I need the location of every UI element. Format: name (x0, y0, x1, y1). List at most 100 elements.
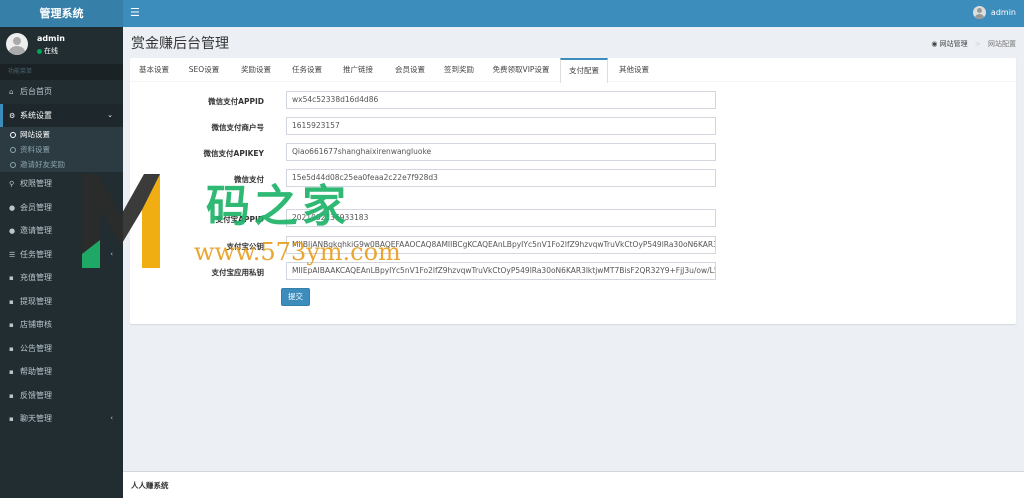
sidebar-item-invites[interactable]: ● 邀请管理 (0, 219, 123, 243)
tab-free-vip[interactable]: 免费领取VIP设置 (487, 58, 555, 82)
status-text: 在线 (44, 47, 58, 55)
alipay-appid-input[interactable]: 2021002136933183 (286, 209, 716, 227)
tasks-icon: ☰ (9, 250, 16, 259)
alipay-public-key-label: 支付宝公钥 (226, 242, 265, 251)
top-navbar: 管理系统 ☰ admin (0, 0, 1024, 27)
avatar (972, 6, 986, 19)
bullhorn-icon: ▪ (9, 344, 14, 353)
help-icon: ▪ (9, 368, 14, 376)
users-icon: ● (9, 227, 16, 235)
sidebar-toggle-icon[interactable]: ☰ (130, 6, 140, 19)
chevron-left-icon: ‹ (110, 414, 113, 422)
sidebar-item-label: 店铺审核 (20, 320, 52, 329)
shop-icon: ▪ (9, 321, 14, 329)
tab-member[interactable]: 会员设置 (388, 58, 432, 82)
sidebar-item-label: 反馈管理 (20, 390, 52, 400)
sidebar-item-withdraw[interactable]: ▪ 提现管理 (0, 290, 123, 314)
menu-heading: 功能菜单 (0, 64, 123, 80)
breadcrumb-separator: > (974, 40, 981, 48)
sidebar-item-label: 系统设置 (20, 110, 52, 120)
key-icon: ⚲ (9, 180, 15, 188)
user-icon: ● (9, 203, 16, 212)
sidebar-item-label: 聊天管理 (20, 414, 52, 423)
sidebar-item-feedback[interactable]: ▪ 反馈管理 (0, 384, 123, 408)
sidebar-subitem-profile-settings[interactable]: 资料设置 (0, 142, 123, 157)
avatar (6, 33, 28, 55)
circle-icon (10, 132, 16, 138)
wechat-secret-input[interactable]: 15e5d44d08c25ea0feaa2c22e7f928d3 (286, 169, 716, 187)
sidebar-item-help[interactable]: ▪ 帮助管理 (0, 360, 123, 384)
sidebar-item-members[interactable]: ● 会员管理 (0, 196, 123, 220)
user-panel: admin 在线 (0, 27, 123, 63)
alipay-public-key-input[interactable]: MIIBIjANBgkqhkiG9w0BAQEFAAOCAQ8AMIIBCgKC… (286, 236, 716, 254)
tab-payment[interactable]: 支付配置 (560, 58, 608, 83)
subitem-label: 网站设置 (20, 130, 50, 139)
wallet-icon: ▪ (9, 297, 14, 306)
chat-icon: ▪ (9, 415, 14, 423)
wechat-apikey-label: 微信支付APIKEY (203, 149, 264, 158)
chevron-down-icon: ⌄ (107, 110, 113, 119)
breadcrumb-current: 网站配置 (988, 40, 1016, 48)
gear-icon: ⚙ (9, 111, 16, 120)
sidebar-item-chat[interactable]: ▪ 聊天管理 ‹ (0, 407, 123, 431)
tab-basic[interactable]: 基本设置 (134, 58, 174, 82)
breadcrumb-item[interactable]: 网站管理 (940, 40, 968, 48)
sidebar-subitem-invite-reward[interactable]: 邀请好友奖励 (0, 157, 123, 172)
sidebar-item-label: 会员管理 (20, 202, 52, 212)
user-status: 在线 (37, 46, 58, 56)
user-menu[interactable]: admin (972, 6, 1016, 19)
tab-promotion[interactable]: 推广链接 (336, 58, 380, 82)
sidebar-item-tasks[interactable]: ☰ 任务管理 ‹ (0, 243, 123, 267)
alipay-private-key-input[interactable]: MIIEpAIBAAKCAQEAnLBpyIYc5nV1Fo2lfZ9hzvqw… (286, 262, 716, 280)
sidebar-item-shop-review[interactable]: ▪ 店铺审核 (0, 313, 123, 337)
tab-bar: 基本设置 SEO设置 奖励设置 任务设置 推广链接 会员设置 签到奖励 免费领取… (130, 58, 1016, 83)
sidebar-item-label: 帮助管理 (20, 367, 52, 376)
feedback-icon: ▪ (9, 391, 14, 400)
brand-logo[interactable]: 管理系统 (0, 0, 123, 27)
circle-icon (10, 147, 16, 153)
footer: 人人赚系统 (123, 471, 1024, 498)
sidebar-item-permissions[interactable]: ⚲ 权限管理 (0, 172, 123, 196)
settings-panel: 基本设置 SEO设置 奖励设置 任务设置 推广链接 会员设置 签到奖励 免费领取… (130, 58, 1016, 324)
alipay-appid-label: 支付宝APPID (215, 215, 264, 224)
sidebar-item-label: 后台首页 (20, 87, 52, 96)
sidebar-item-announcements[interactable]: ▪ 公告管理 (0, 337, 123, 361)
wechat-secret-label: 微信支付 (234, 175, 264, 184)
home-icon: ⌂ (9, 88, 14, 96)
online-dot-icon (37, 48, 42, 54)
tab-reward[interactable]: 奖励设置 (234, 58, 278, 82)
sidebar-item-recharge[interactable]: ▪ 充值管理 (0, 266, 123, 290)
subitem-label: 资料设置 (20, 145, 50, 154)
submit-button[interactable]: 提交 (281, 288, 310, 306)
sidebar-item-home[interactable]: ⌂ 后台首页 (0, 80, 123, 104)
breadcrumb: ◉ 网站管理 > 网站配置 (931, 39, 1016, 49)
tab-seo[interactable]: SEO设置 (182, 58, 226, 82)
submenu: 网站设置 资料设置 邀请好友奖励 (0, 127, 123, 172)
page-title: 赏金赚后台管理 (131, 36, 229, 52)
sidebar-item-label: 邀请管理 (20, 226, 52, 235)
sidebar: admin 在线 功能菜单 ⌂ 后台首页 ⚙ 系统设置 ⌄ 网站设置 资料设置 邀请好… (0, 27, 123, 498)
alipay-private-key-label: 支付宝应用私钥 (211, 268, 265, 277)
wechat-appid-input[interactable]: wx54c52338d16d4d86 (286, 91, 716, 109)
sidebar-item-label: 提现管理 (20, 296, 52, 306)
wechat-apikey-input[interactable]: Qiao661677shanghaixirenwangluoke (286, 143, 716, 161)
sidebar-item-system-settings[interactable]: ⚙ 系统设置 ⌄ (0, 103, 123, 127)
wechat-appid-label: 微信支付APPID (208, 97, 264, 106)
wechat-mchid-input[interactable]: 1615923157 (286, 117, 716, 135)
dashboard-icon: ◉ (931, 40, 938, 48)
chevron-left-icon: ‹ (110, 249, 113, 258)
tab-other[interactable]: 其他设置 (612, 58, 656, 82)
username: admin (990, 8, 1016, 17)
sidebar-item-label: 权限管理 (20, 179, 52, 188)
circle-icon (10, 162, 16, 168)
subitem-label: 邀请好友奖励 (20, 160, 65, 169)
sidebar-item-label: 任务管理 (20, 249, 52, 259)
money-icon: ▪ (9, 274, 14, 282)
sidebar-subitem-site-settings[interactable]: 网站设置 (0, 127, 123, 142)
tab-checkin[interactable]: 签到奖励 (437, 58, 481, 82)
tab-task[interactable]: 任务设置 (285, 58, 329, 82)
user-panel-name: admin (37, 34, 65, 43)
sidebar-item-label: 充值管理 (20, 273, 52, 282)
wechat-mchid-label: 微信支付商户号 (211, 123, 265, 132)
sidebar-item-label: 公告管理 (20, 343, 52, 353)
